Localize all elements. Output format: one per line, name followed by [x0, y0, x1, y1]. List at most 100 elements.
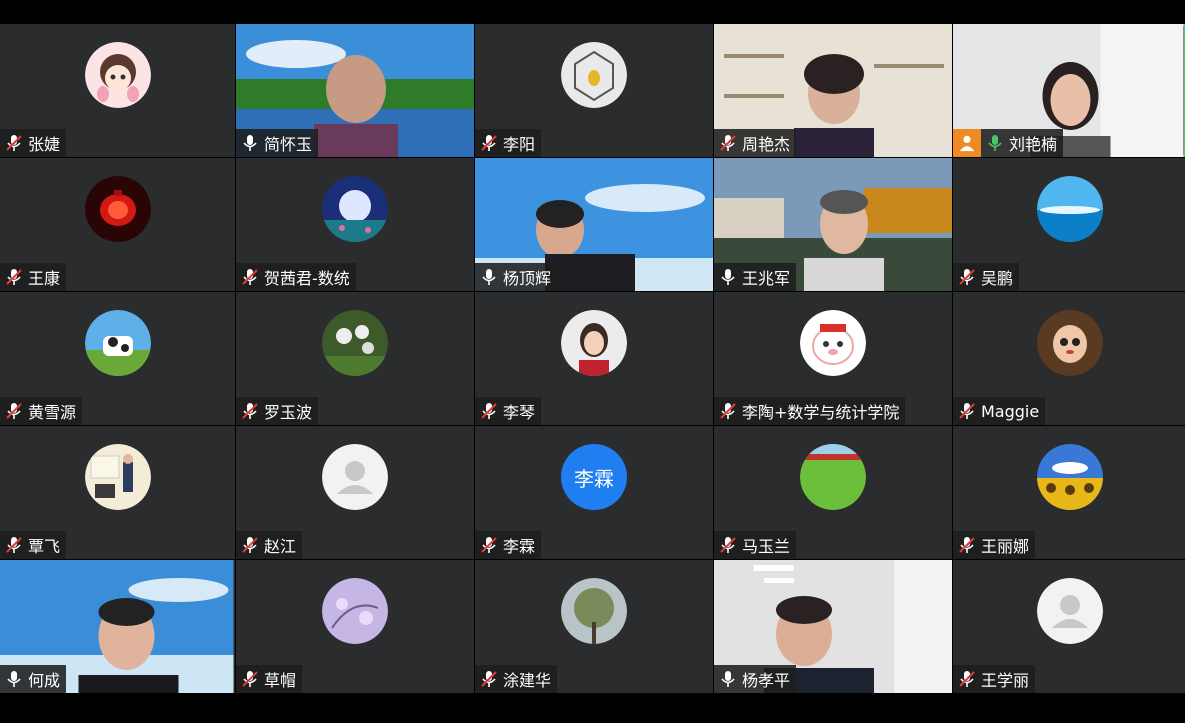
nameplate: 张婕	[0, 129, 67, 157]
participant-tile[interactable]: 周艳杰	[714, 24, 952, 157]
participant-name: 李霖	[503, 537, 536, 556]
microphone-muted-icon	[479, 669, 499, 689]
cartoon-girl-avatar	[84, 42, 151, 108]
microphone-icon	[718, 669, 738, 689]
microphone-muted-icon	[479, 133, 499, 153]
nameplate: 杨孝平	[714, 665, 797, 693]
participant-tile[interactable]: 黄雪源	[0, 292, 235, 425]
participant-name: 李琴	[503, 403, 536, 422]
participant-tile[interactable]: 简怀玉	[236, 24, 474, 157]
nameplate: 何成	[0, 665, 67, 693]
microphone-muted-icon	[957, 401, 977, 421]
text-avatar: 李霖	[561, 444, 627, 510]
nameplate: 杨顶辉	[475, 263, 558, 291]
nameplate: 王丽娜	[953, 531, 1036, 559]
participant-name: 贺茜君-数统	[264, 269, 350, 288]
nameplate: 简怀玉	[236, 129, 319, 157]
microphone-muted-icon	[957, 267, 977, 287]
microphone-icon	[240, 133, 260, 153]
microphone-muted-icon	[479, 535, 499, 555]
microphone-muted-icon	[240, 535, 260, 555]
participant-tile[interactable]: 王康	[0, 158, 235, 291]
nameplate: 罗玉波	[236, 397, 319, 425]
moon-lake-avatar	[322, 176, 388, 242]
participant-tile[interactable]: 罗玉波	[236, 292, 474, 425]
default-person-avatar	[322, 444, 388, 510]
microphone-muted-icon	[240, 669, 260, 689]
nameplate: 涂建华	[475, 665, 558, 693]
participant-name: Maggie	[981, 401, 1040, 421]
red-lantern-avatar	[84, 176, 151, 242]
participant-name: 杨顶辉	[503, 269, 552, 288]
nameplate: 黄雪源	[0, 397, 83, 425]
nameplate: 刘艳楠	[953, 129, 1064, 157]
participant-name: 王康	[28, 269, 61, 288]
dandelion-avatar	[322, 310, 388, 376]
participant-name: 何成	[28, 671, 61, 690]
microphone-muted-icon	[4, 267, 24, 287]
participant-name: 简怀玉	[264, 135, 313, 154]
participant-name: 李陶+数学与统计学院	[742, 403, 900, 422]
nameplate: 吴鹏	[953, 263, 1020, 291]
nameplate: 李琴	[475, 397, 542, 425]
participant-tile[interactable]: Maggie	[953, 292, 1185, 425]
microphone-muted-icon	[479, 401, 499, 421]
woman-portrait-avatar	[561, 310, 627, 376]
microphone-icon	[4, 669, 24, 689]
nameplate: Maggie	[953, 397, 1046, 425]
participant-tile[interactable]: 王学丽	[953, 560, 1185, 693]
participant-tile[interactable]: 涂建华	[475, 560, 713, 693]
ocean-sky-avatar	[1036, 176, 1103, 242]
participant-name: 李阳	[503, 135, 536, 154]
lecture-photo-avatar	[84, 444, 151, 510]
microphone-muted-icon	[240, 401, 260, 421]
participant-name: 黄雪源	[28, 403, 77, 422]
nameplate: 草帽	[236, 665, 303, 693]
nameplate: 王兆军	[714, 263, 797, 291]
microphone-muted-icon	[240, 267, 260, 287]
default-person-avatar	[1036, 578, 1103, 644]
participant-name: 周艳杰	[742, 135, 791, 154]
participant-tile[interactable]: 王丽娜	[953, 426, 1185, 559]
participant-tile[interactable]: 李霖 李霖	[475, 426, 713, 559]
purple-blossom-avatar	[322, 578, 388, 644]
participant-tile[interactable]: 何成	[0, 560, 235, 693]
microphone-icon	[985, 133, 1005, 153]
microphone-muted-icon	[4, 535, 24, 555]
nameplate: 马玉兰	[714, 531, 797, 559]
nameplate: 周艳杰	[714, 129, 797, 157]
nameplate: 李阳	[475, 129, 542, 157]
participant-name: 草帽	[264, 671, 297, 690]
participant-tile[interactable]: 赵江	[236, 426, 474, 559]
participant-tile[interactable]: 杨顶辉	[475, 158, 713, 291]
participant-tile[interactable]: 刘艳楠	[953, 24, 1185, 157]
participant-tile[interactable]: 覃飞	[0, 426, 235, 559]
participant-name: 杨孝平	[742, 671, 791, 690]
participant-tile[interactable]: 张婕	[0, 24, 235, 157]
participant-tile[interactable]: 李陶+数学与统计学院	[714, 292, 952, 425]
participant-tile[interactable]: 李琴	[475, 292, 713, 425]
participant-name: 王丽娜	[981, 537, 1030, 556]
nameplate: 李陶+数学与统计学院	[714, 397, 906, 425]
microphone-icon	[479, 267, 499, 287]
participant-tile[interactable]: 王兆军	[714, 158, 952, 291]
participant-name: 赵江	[264, 537, 297, 556]
participant-tile[interactable]: 杨孝平	[714, 560, 952, 693]
participant-tile[interactable]: 马玉兰	[714, 426, 952, 559]
geometric-sculpture-avatar	[561, 42, 627, 108]
sunflower-avatar	[1036, 444, 1103, 510]
nameplate: 赵江	[236, 531, 303, 559]
microphone-icon	[718, 267, 738, 287]
participant-tile[interactable]: 贺茜君-数统	[236, 158, 474, 291]
participant-tile[interactable]: 李阳	[475, 24, 713, 157]
nameplate: 王学丽	[953, 665, 1036, 693]
cartoon-pig-avatar	[800, 310, 866, 376]
participant-tile[interactable]: 草帽	[236, 560, 474, 693]
participant-tile[interactable]: 吴鹏	[953, 158, 1185, 291]
participant-name: 刘艳楠	[1009, 135, 1058, 154]
microphone-muted-icon	[718, 535, 738, 555]
participant-grid: 张婕 简怀玉 李阳 周艳杰 刘艳楠王康 贺茜君-数统 杨顶辉 王兆军 吴鹏黄雪源 罗玉波 李琴 李陶+…	[0, 24, 1185, 693]
tree-avatar	[561, 578, 627, 644]
participant-name: 王学丽	[981, 671, 1030, 690]
microphone-muted-icon	[718, 133, 738, 153]
